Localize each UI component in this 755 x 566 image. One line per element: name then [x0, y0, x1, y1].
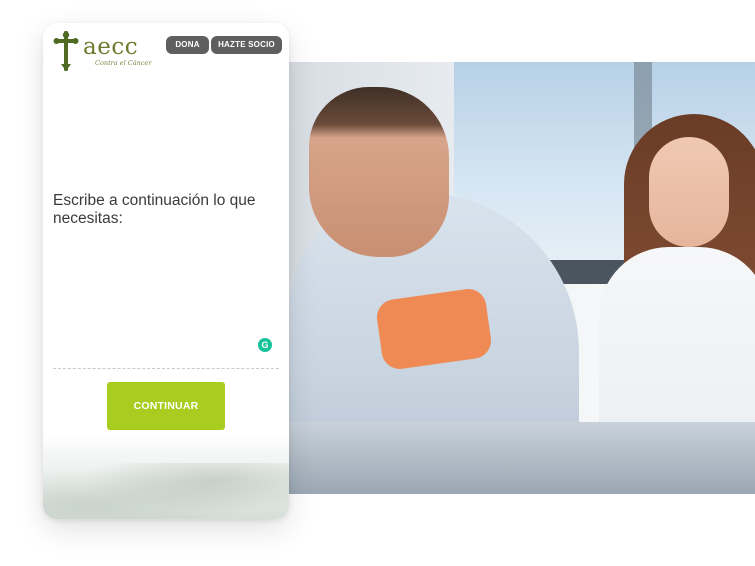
- hero-photo: [289, 62, 755, 494]
- logo-text: aecc Contra el Cáncer: [83, 33, 152, 67]
- logo-word: aecc: [83, 33, 139, 60]
- aecc-cross-logo-icon: [53, 31, 79, 71]
- photo-woman-face: [649, 137, 729, 247]
- needs-textarea[interactable]: [53, 233, 279, 369]
- hazte-socio-button[interactable]: HAZTE SOCIO: [211, 36, 282, 54]
- brand-logo[interactable]: aecc Contra el Cáncer: [53, 31, 163, 71]
- bottom-background-image: [43, 463, 289, 519]
- logo-tagline: Contra el Cáncer: [95, 58, 152, 67]
- photo-blanket: [289, 422, 755, 494]
- photo-man-head: [309, 87, 449, 257]
- form-prompt: Escribe a continuación lo que necesitas:: [53, 192, 256, 227]
- dona-button[interactable]: DONA: [166, 36, 209, 54]
- grammarly-icon[interactable]: G: [258, 338, 272, 352]
- continuar-button[interactable]: CONTINUAR: [107, 382, 225, 430]
- phone-card: aecc Contra el Cáncer DONA HAZTE SOCIO E…: [43, 23, 289, 519]
